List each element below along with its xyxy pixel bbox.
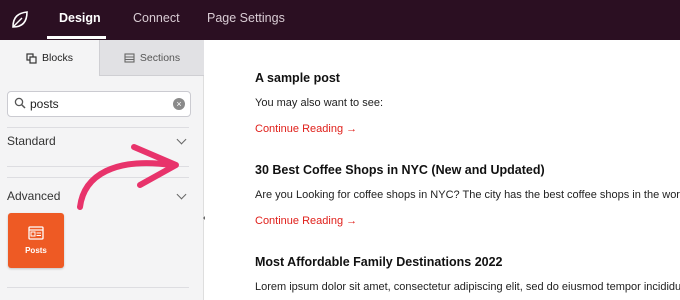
- post-excerpt: Lorem ipsum dolor sit amet, consectetur …: [255, 281, 680, 293]
- continue-reading-link[interactable]: Continue Reading →: [255, 215, 357, 227]
- tab-design[interactable]: Design: [59, 0, 101, 40]
- sections-icon: [124, 52, 135, 63]
- clear-search-icon[interactable]: ×: [173, 98, 185, 110]
- group-advanced-label: Advanced: [7, 189, 61, 203]
- block-search[interactable]: ×: [7, 91, 191, 117]
- active-tab-indicator: [47, 36, 106, 39]
- search-icon: [14, 97, 26, 109]
- tab-blocks-label: Blocks: [42, 52, 73, 64]
- post-excerpt: You may also want to see:: [255, 97, 384, 109]
- page-preview: A sample post You may also want to see: …: [205, 40, 680, 300]
- tab-connect[interactable]: Connect: [133, 0, 180, 40]
- post-title[interactable]: 30 Best Coffee Shops in NYC (New and Upd…: [255, 163, 545, 177]
- search-input[interactable]: [30, 95, 170, 113]
- group-standard-label: Standard: [7, 134, 56, 148]
- divider: [7, 127, 189, 128]
- block-posts[interactable]: Posts: [8, 213, 64, 268]
- post-title[interactable]: A sample post: [255, 71, 340, 85]
- annotation-arrow-icon: [77, 144, 179, 210]
- continue-reading-link[interactable]: Continue Reading →: [255, 123, 357, 135]
- sidebar-tabs: Blocks Sections: [0, 40, 204, 76]
- tab-page-settings[interactable]: Page Settings: [207, 0, 285, 40]
- divider: [7, 287, 189, 288]
- blocks-icon: [26, 52, 37, 64]
- posts-icon: [28, 226, 44, 240]
- tab-sections-label: Sections: [139, 51, 181, 64]
- tab-blocks[interactable]: Blocks: [0, 40, 99, 76]
- post-title[interactable]: Most Affordable Family Destinations 2022: [255, 255, 503, 269]
- block-posts-label: Posts: [25, 246, 47, 255]
- post-excerpt: Are you Looking for coffee shops in NYC?…: [255, 189, 680, 201]
- top-bar: Design Connect Page Settings: [0, 0, 680, 40]
- tab-sections[interactable]: Sections: [99, 40, 204, 76]
- leaf-icon[interactable]: [0, 0, 40, 40]
